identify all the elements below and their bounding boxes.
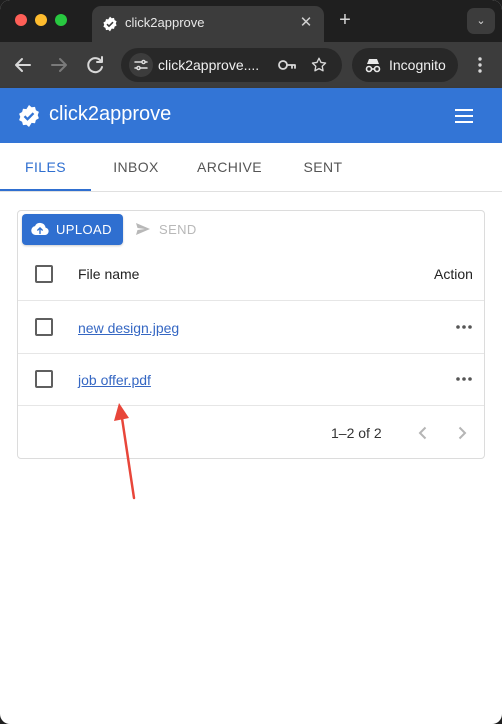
app-title: click2approve bbox=[49, 103, 172, 125]
table-row: new design.jpeg bbox=[18, 301, 484, 354]
incognito-label: Incognito bbox=[389, 57, 446, 73]
browser-toolbar: click2approve.... Incognito bbox=[0, 42, 502, 88]
section-tabs: FILES INBOX ARCHIVE SENT bbox=[0, 143, 502, 192]
hamburger-menu-icon[interactable] bbox=[452, 106, 476, 126]
reload-icon[interactable] bbox=[83, 53, 107, 77]
tune-icon bbox=[134, 59, 148, 71]
tab-close-icon[interactable]: ✕ bbox=[296, 13, 316, 33]
tab-strip: click2approve ✕ + ⌄ bbox=[0, 0, 502, 42]
tab-files[interactable]: FILES bbox=[0, 143, 91, 191]
more-actions-icon[interactable] bbox=[456, 377, 472, 381]
tab-sent[interactable]: SENT bbox=[278, 143, 368, 191]
active-tab-indicator bbox=[0, 189, 91, 191]
select-all-checkbox[interactable] bbox=[35, 265, 53, 283]
incognito-chip[interactable]: Incognito bbox=[352, 48, 458, 82]
verified-badge-icon bbox=[103, 16, 117, 32]
maximize-window-button[interactable] bbox=[55, 14, 67, 26]
row-checkbox[interactable] bbox=[35, 318, 53, 336]
next-page-icon[interactable] bbox=[452, 423, 472, 443]
previous-page-icon[interactable] bbox=[413, 423, 433, 443]
new-tab-icon[interactable]: + bbox=[335, 10, 355, 30]
file-name-column-header: File name bbox=[78, 266, 140, 282]
table-row: job offer.pdf bbox=[18, 354, 484, 406]
browser-window: click2approve ✕ + ⌄ click2approve.... In… bbox=[0, 0, 502, 724]
incognito-icon bbox=[365, 59, 381, 73]
tab-search-button[interactable]: ⌄ bbox=[467, 8, 495, 34]
site-info-button[interactable] bbox=[129, 53, 153, 77]
row-checkbox[interactable] bbox=[35, 370, 53, 388]
files-card: UPLOAD SEND File name Action new design.… bbox=[17, 210, 485, 459]
forward-arrow-icon[interactable] bbox=[47, 53, 71, 77]
close-window-button[interactable] bbox=[15, 14, 27, 26]
file-link[interactable]: new design.jpeg bbox=[78, 320, 179, 336]
cloud-upload-icon bbox=[31, 222, 49, 235]
send-icon bbox=[136, 223, 150, 235]
address-bar[interactable]: click2approve.... bbox=[121, 48, 342, 82]
send-label: SEND bbox=[159, 222, 197, 237]
app-header: click2approve bbox=[0, 88, 502, 143]
tab-title: click2approve bbox=[125, 15, 205, 30]
back-arrow-icon[interactable] bbox=[11, 53, 35, 77]
key-icon[interactable] bbox=[277, 57, 297, 73]
bookmark-star-icon[interactable] bbox=[310, 56, 328, 74]
pagination-range: 1–2 of 2 bbox=[331, 425, 382, 441]
action-column-header: Action bbox=[434, 266, 473, 282]
minimize-window-button[interactable] bbox=[35, 14, 47, 26]
more-actions-icon[interactable] bbox=[456, 325, 472, 329]
tab-inbox[interactable]: INBOX bbox=[91, 143, 181, 191]
browser-menu-icon[interactable] bbox=[472, 55, 488, 75]
table-header: File name Action bbox=[18, 248, 484, 301]
browser-tab[interactable]: click2approve ✕ bbox=[92, 6, 324, 42]
file-link[interactable]: job offer.pdf bbox=[78, 372, 151, 388]
tab-archive[interactable]: ARCHIVE bbox=[181, 143, 278, 191]
verified-badge-icon bbox=[19, 105, 39, 127]
upload-button[interactable]: UPLOAD bbox=[22, 214, 123, 245]
url-text: click2approve.... bbox=[158, 57, 260, 73]
send-button[interactable]: SEND bbox=[132, 214, 212, 245]
upload-label: UPLOAD bbox=[56, 222, 112, 237]
